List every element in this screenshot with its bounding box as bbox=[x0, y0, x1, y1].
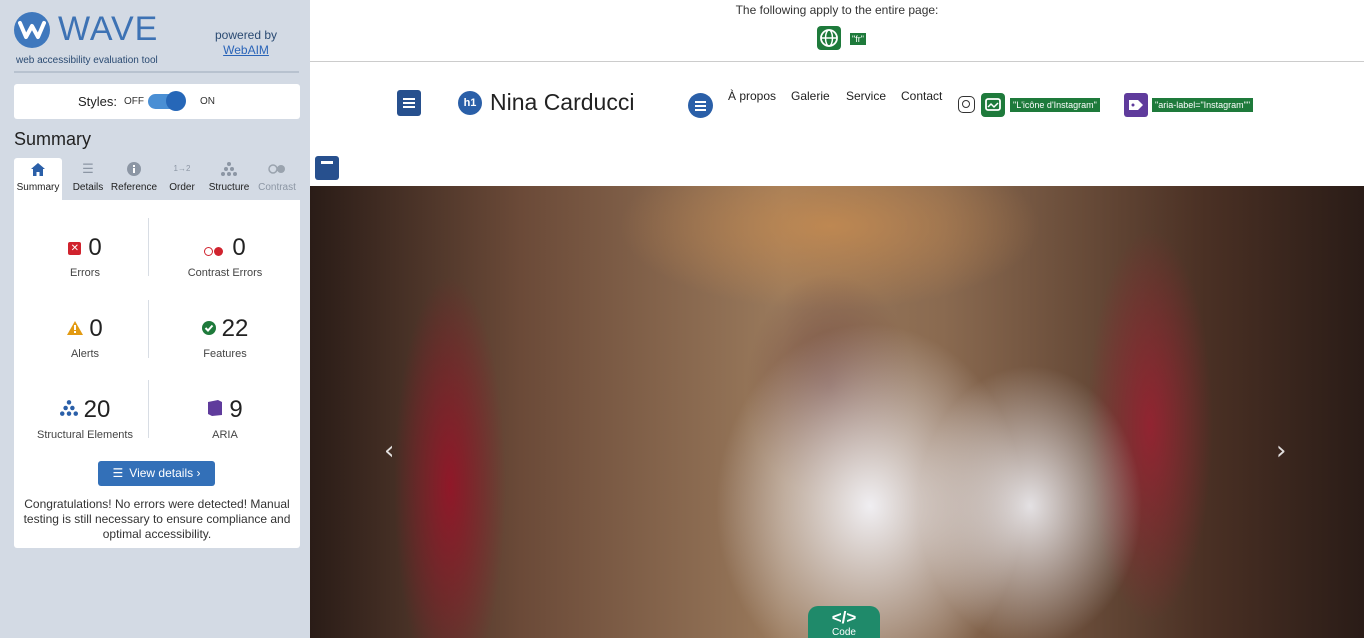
styles-off-label: OFF bbox=[124, 96, 144, 107]
alerts-count: 0 bbox=[89, 315, 103, 342]
stat-errors[interactable]: ✕ 0 Errors bbox=[20, 233, 150, 279]
view-details-label: View details › bbox=[129, 466, 201, 480]
nav-item-a-propos[interactable]: À propos bbox=[728, 89, 776, 103]
wave-w-icon bbox=[18, 21, 46, 39]
code-button[interactable]: </> Code bbox=[808, 606, 880, 638]
evaluated-page: The following apply to the entire page: … bbox=[310, 0, 1364, 638]
stat-contrast-errors[interactable]: 0 Contrast Errors bbox=[152, 233, 298, 279]
header-region-icon[interactable] bbox=[397, 90, 421, 116]
structural-count: 20 bbox=[83, 396, 111, 423]
tab-order[interactable]: 1→2 Order bbox=[162, 158, 202, 200]
hero-image bbox=[310, 186, 1364, 638]
nav-item-service[interactable]: Service bbox=[846, 89, 886, 103]
feature-icon bbox=[201, 315, 216, 345]
powered-by: powered by WebAIM bbox=[215, 28, 277, 57]
errors-count: 0 bbox=[88, 234, 102, 261]
errors-label: Errors bbox=[70, 267, 100, 279]
contrast-error-icon bbox=[204, 234, 224, 264]
alt-text-icon[interactable] bbox=[981, 93, 1005, 117]
language-icon[interactable] bbox=[817, 26, 841, 50]
summary-heading: Summary bbox=[14, 129, 92, 149]
tab-reference[interactable]: Reference bbox=[110, 158, 158, 200]
wave-sidebar: WAVE web accessibility evaluation tool p… bbox=[0, 0, 310, 638]
features-count: 22 bbox=[221, 315, 249, 342]
notice-text: The following apply to the entire page: bbox=[735, 3, 939, 17]
wave-tagline: web accessibility evaluation tool bbox=[16, 55, 158, 66]
list-icon: ☰ bbox=[82, 161, 94, 176]
wave-tabs: Summary ☰ Details Reference 1→2 Order St… bbox=[14, 158, 300, 200]
list-icon[interactable] bbox=[688, 93, 713, 118]
code-label: Code bbox=[832, 627, 856, 638]
tab-label: Structure bbox=[208, 182, 250, 193]
styles-toggle-box: Styles: OFF ON bbox=[14, 84, 300, 119]
aria-label: ARIA bbox=[212, 429, 238, 441]
language-tag: "fr" bbox=[850, 33, 866, 45]
alert-icon bbox=[67, 315, 84, 345]
congrats-message: Congratulations! No errors were detected… bbox=[23, 497, 291, 541]
h1-icon[interactable]: h1 bbox=[458, 91, 482, 115]
tab-label: Reference bbox=[110, 182, 158, 193]
nav-item-contact[interactable]: Contact bbox=[901, 89, 942, 103]
stat-structural-elements[interactable]: 20 Structural Elements bbox=[20, 395, 150, 441]
structure-icon bbox=[204, 158, 254, 180]
stat-alerts[interactable]: 0 Alerts bbox=[20, 314, 150, 360]
summary-panel: ✕ 0 Errors 0 Contrast Errors 0 Alerts 22 … bbox=[14, 200, 300, 548]
structural-label: Structural Elements bbox=[37, 429, 133, 441]
webaim-link[interactable]: WebAIM bbox=[215, 43, 277, 57]
alt-text-tag: "L'icône d'Instagram" bbox=[1010, 98, 1100, 112]
instagram-icon[interactable] bbox=[958, 96, 975, 113]
divider bbox=[14, 71, 299, 73]
page-notice: The following apply to the entire page: … bbox=[310, 0, 1364, 62]
stat-aria[interactable]: 9 ARIA bbox=[152, 395, 298, 441]
toggle-knob[interactable] bbox=[166, 91, 186, 111]
tab-label: Order bbox=[169, 182, 195, 193]
list-icon: ☰ bbox=[112, 466, 124, 480]
tab-label: Summary bbox=[16, 182, 60, 193]
contrast-errors-count: 0 bbox=[232, 234, 246, 261]
site-title: Nina Carducci bbox=[490, 89, 635, 115]
styles-label: Styles: bbox=[78, 94, 118, 109]
styles-on-label: ON bbox=[200, 96, 215, 107]
aria-label-icon[interactable] bbox=[1124, 93, 1148, 117]
home-icon bbox=[14, 158, 62, 180]
site-header: h1 Nina Carducci À propos Galerie Servic… bbox=[310, 63, 1364, 153]
error-icon: ✕ bbox=[68, 242, 82, 256]
wave-logo-icon bbox=[14, 12, 50, 48]
tab-structure[interactable]: Structure bbox=[204, 158, 254, 200]
info-icon bbox=[110, 158, 158, 180]
order-icon: 1→2 bbox=[173, 164, 191, 173]
main-region-icon[interactable] bbox=[315, 156, 339, 180]
carousel-prev-button[interactable]: ‹ bbox=[384, 436, 394, 466]
tab-label: Details bbox=[72, 182, 104, 193]
carousel-next-button[interactable]: › bbox=[1276, 436, 1286, 466]
contrast-icon bbox=[254, 158, 300, 180]
aria-label-tag: "aria-label="Instagram"" bbox=[1152, 98, 1254, 112]
tab-contrast[interactable]: Contrast bbox=[254, 158, 300, 200]
styles-toggle[interactable] bbox=[148, 91, 186, 111]
contrast-errors-label: Contrast Errors bbox=[187, 267, 263, 279]
tab-label: Contrast bbox=[258, 182, 296, 193]
code-icon: </> bbox=[831, 608, 857, 627]
aria-icon bbox=[207, 396, 223, 426]
alerts-label: Alerts bbox=[70, 348, 100, 360]
features-label: Features bbox=[203, 348, 247, 360]
aria-count: 9 bbox=[229, 396, 243, 423]
wave-wordmark: WAVE bbox=[58, 10, 159, 48]
tab-details[interactable]: ☰ Details bbox=[66, 158, 110, 200]
structure-icon bbox=[59, 396, 78, 426]
stat-features[interactable]: 22 Features bbox=[152, 314, 298, 360]
tab-summary[interactable]: Summary bbox=[14, 158, 62, 200]
nav-item-galerie[interactable]: Galerie bbox=[791, 89, 830, 103]
hero-carousel: ‹ › bbox=[310, 186, 1364, 638]
powered-by-text: powered by bbox=[215, 28, 278, 42]
view-details-button[interactable]: ☰ View details › bbox=[98, 461, 215, 486]
